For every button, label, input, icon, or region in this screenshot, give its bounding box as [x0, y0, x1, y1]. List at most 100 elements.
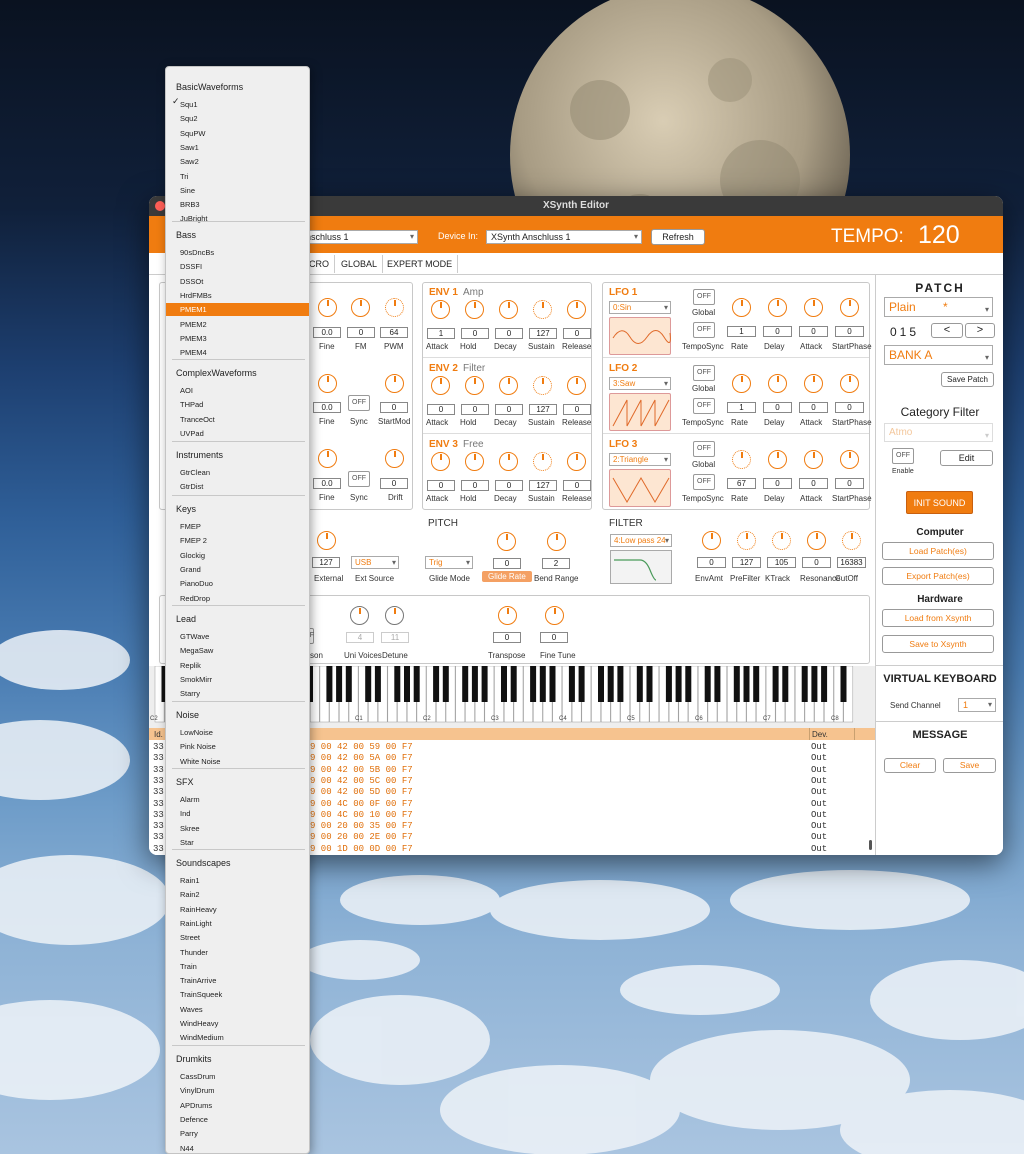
lfo-attack-value[interactable]: 0: [799, 402, 828, 413]
menu-item[interactable]: DSSFI: [166, 260, 309, 273]
menu-item[interactable]: RedDrop: [166, 592, 309, 605]
env-attack-knob[interactable]: [431, 300, 450, 319]
menu-item[interactable]: WindHeavy: [166, 1017, 309, 1030]
menu-item[interactable]: Waves: [166, 1003, 309, 1016]
menu-item[interactable]: 90sDncBs: [166, 246, 309, 259]
bend-range-value[interactable]: 2: [542, 558, 570, 569]
menu-item[interactable]: Grand: [166, 563, 309, 576]
env-decay-value[interactable]: 0: [495, 328, 523, 339]
next-patch-button[interactable]: >: [965, 323, 995, 338]
save-button[interactable]: Save: [943, 758, 996, 773]
menu-item[interactable]: GtrClean: [166, 466, 309, 479]
black-key[interactable]: [753, 666, 760, 702]
lfo-rate-knob[interactable]: [732, 450, 751, 469]
black-key[interactable]: [471, 666, 478, 702]
env-release-value[interactable]: 0: [563, 404, 591, 415]
env-release-value[interactable]: 0: [563, 480, 591, 491]
uni-voices-value[interactable]: 4: [346, 632, 374, 643]
black-key[interactable]: [617, 666, 624, 702]
black-key[interactable]: [481, 666, 488, 702]
env-release-knob[interactable]: [567, 300, 586, 319]
env-sustain-value[interactable]: 127: [529, 404, 557, 415]
startmod-knob[interactable]: [385, 374, 404, 393]
black-key[interactable]: [598, 666, 604, 702]
menu-item[interactable]: CassDrum: [166, 1070, 309, 1083]
menu-item[interactable]: VinylDrum: [166, 1084, 309, 1097]
bank-select[interactable]: BANK A ▾: [884, 345, 993, 365]
black-key[interactable]: [365, 666, 372, 702]
fm-value[interactable]: 0: [347, 327, 375, 338]
black-key[interactable]: [549, 666, 556, 702]
init-sound-button[interactable]: INIT SOUND: [906, 491, 973, 514]
black-key[interactable]: [811, 666, 818, 702]
black-key[interactable]: [413, 666, 420, 702]
filter-envamt-knob[interactable]: [702, 531, 721, 550]
fine-tune-knob[interactable]: [545, 606, 564, 625]
filter-envamt-value[interactable]: 0: [697, 557, 726, 568]
menu-item[interactable]: UVPad: [166, 427, 309, 440]
env-sustain-knob[interactable]: [533, 300, 552, 319]
lfo-attack-knob[interactable]: [804, 374, 823, 393]
external-value[interactable]: 127: [312, 557, 340, 568]
black-key[interactable]: [336, 666, 343, 702]
menu-item[interactable]: Rain1: [166, 874, 309, 887]
menu-item[interactable]: SmokMirr: [166, 673, 309, 686]
menu-item[interactable]: GTWave: [166, 630, 309, 643]
lfo-attack-knob[interactable]: [804, 450, 823, 469]
clear-button[interactable]: Clear: [884, 758, 936, 773]
menu-item[interactable]: TrainSqueek: [166, 988, 309, 1001]
env-hold-knob[interactable]: [465, 300, 484, 319]
fine-value[interactable]: 0.0: [313, 402, 341, 413]
env-release-knob[interactable]: [567, 376, 586, 395]
detune-knob[interactable]: [385, 606, 404, 625]
lfo-temposync-toggle[interactable]: OFF: [693, 322, 715, 338]
menu-item[interactable]: GtrDist: [166, 480, 309, 493]
save-to-xsynth-button[interactable]: Save to Xsynth: [882, 635, 994, 653]
menu-item[interactable]: PMEM3: [166, 332, 309, 345]
menu-item[interactable]: Squ2: [166, 112, 309, 125]
glide-rate-knob[interactable]: [497, 532, 516, 551]
menu-item[interactable]: Alarm: [166, 793, 309, 806]
lfo-temposync-toggle[interactable]: OFF: [693, 474, 715, 490]
black-key[interactable]: [326, 666, 333, 702]
transpose-knob[interactable]: [498, 606, 517, 625]
glide-rate-label[interactable]: Glide Rate: [482, 571, 532, 582]
env-sustain-knob[interactable]: [533, 376, 552, 395]
external-knob[interactable]: [317, 531, 336, 550]
black-key[interactable]: [733, 666, 740, 702]
lfo-delay-knob[interactable]: [768, 374, 787, 393]
filter-prefilter-knob[interactable]: [737, 531, 756, 550]
menu-item[interactable]: THPad: [166, 398, 309, 411]
lfo-attack-value[interactable]: 0: [799, 326, 828, 337]
lfo-delay-knob[interactable]: [768, 450, 787, 469]
black-key[interactable]: [442, 666, 449, 702]
black-key[interactable]: [675, 666, 682, 702]
black-key[interactable]: [821, 666, 828, 702]
lfo-wave-select[interactable]: 3:Saw ▾: [609, 377, 671, 390]
menu-item[interactable]: Squ1: [166, 98, 309, 111]
lfo-rate-value[interactable]: 67: [727, 478, 756, 489]
filter-cutoff-value[interactable]: 16383: [837, 557, 866, 568]
black-key[interactable]: [772, 666, 779, 702]
menu-item[interactable]: Pink Noise: [166, 740, 309, 753]
env-hold-value[interactable]: 0: [461, 480, 489, 491]
env-decay-value[interactable]: 0: [495, 404, 523, 415]
filter-resonance-knob[interactable]: [807, 531, 826, 550]
menu-item[interactable]: N44: [166, 1142, 309, 1154]
black-key[interactable]: [510, 666, 517, 702]
lfo-startphase-knob[interactable]: [840, 450, 859, 469]
menu-item[interactable]: TrainArrive: [166, 974, 309, 987]
lfo-startphase-value[interactable]: 0: [835, 326, 864, 337]
lfo-global-toggle[interactable]: OFF: [693, 441, 715, 457]
filter-ktrack-value[interactable]: 105: [767, 557, 796, 568]
tab-global[interactable]: GLOBAL: [336, 255, 384, 273]
black-key[interactable]: [743, 666, 750, 702]
menu-item[interactable]: AOI: [166, 384, 309, 397]
menu-item[interactable]: PianoDuo: [166, 577, 309, 590]
menu-item[interactable]: MegaSaw: [166, 644, 309, 657]
black-key[interactable]: [501, 666, 507, 702]
load-patches-button[interactable]: Load Patch(es): [882, 542, 994, 560]
env-attack-knob[interactable]: [431, 376, 450, 395]
menu-item[interactable]: Parry: [166, 1127, 309, 1140]
lfo-delay-knob[interactable]: [768, 298, 787, 317]
